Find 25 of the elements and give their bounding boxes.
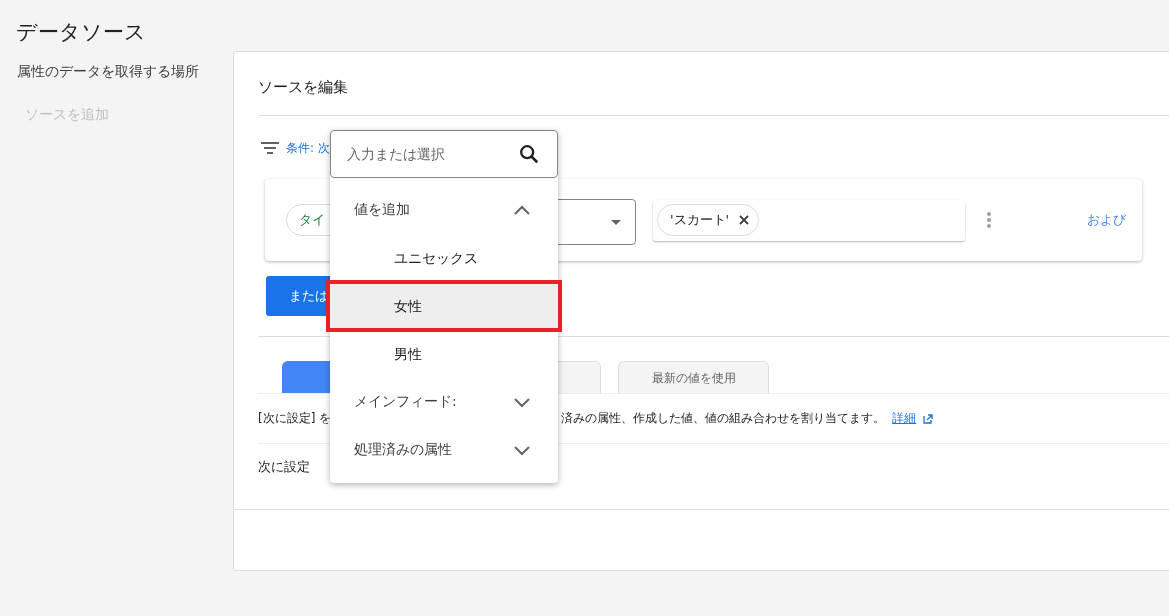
search-icon[interactable] — [518, 143, 540, 165]
chevron-down-icon — [513, 444, 531, 456]
menu-option[interactable]: 男性 — [330, 330, 558, 378]
chevron-up-icon — [513, 204, 531, 216]
filter-link[interactable]: 条件: 次 — [286, 139, 330, 157]
details-link[interactable]: 詳細 — [892, 410, 917, 427]
and-link[interactable]: および — [1087, 211, 1126, 229]
external-link-icon[interactable] — [923, 413, 934, 424]
description-text: [次に設定] を — [258, 410, 332, 427]
menu-option[interactable]: 女性 — [328, 282, 560, 330]
group-header[interactable]: メインフィード: — [330, 378, 558, 426]
chevron-down-icon — [513, 396, 531, 408]
section-title: ソースを編集 — [258, 78, 349, 98]
value-field[interactable]: 'スカート' — [653, 199, 965, 241]
close-icon[interactable] — [739, 215, 750, 225]
sidebar-heading: 属性のデータを取得する場所 — [16, 63, 200, 81]
set-to-label: 次に設定 — [258, 458, 310, 476]
page-title: データソース — [15, 19, 147, 46]
caret-icon — [611, 219, 621, 225]
more-icon[interactable] — [987, 212, 991, 228]
tab[interactable]: 最新の値を使用 — [618, 361, 769, 393]
search-field[interactable]: 入力または選択 — [330, 130, 558, 178]
group-header[interactable]: 処理済みの属性 — [330, 426, 558, 474]
filter-icon[interactable] — [261, 142, 279, 154]
description-text: 済みの属性、作成した値、値の組み合わせを割り当てます。 — [561, 410, 886, 427]
